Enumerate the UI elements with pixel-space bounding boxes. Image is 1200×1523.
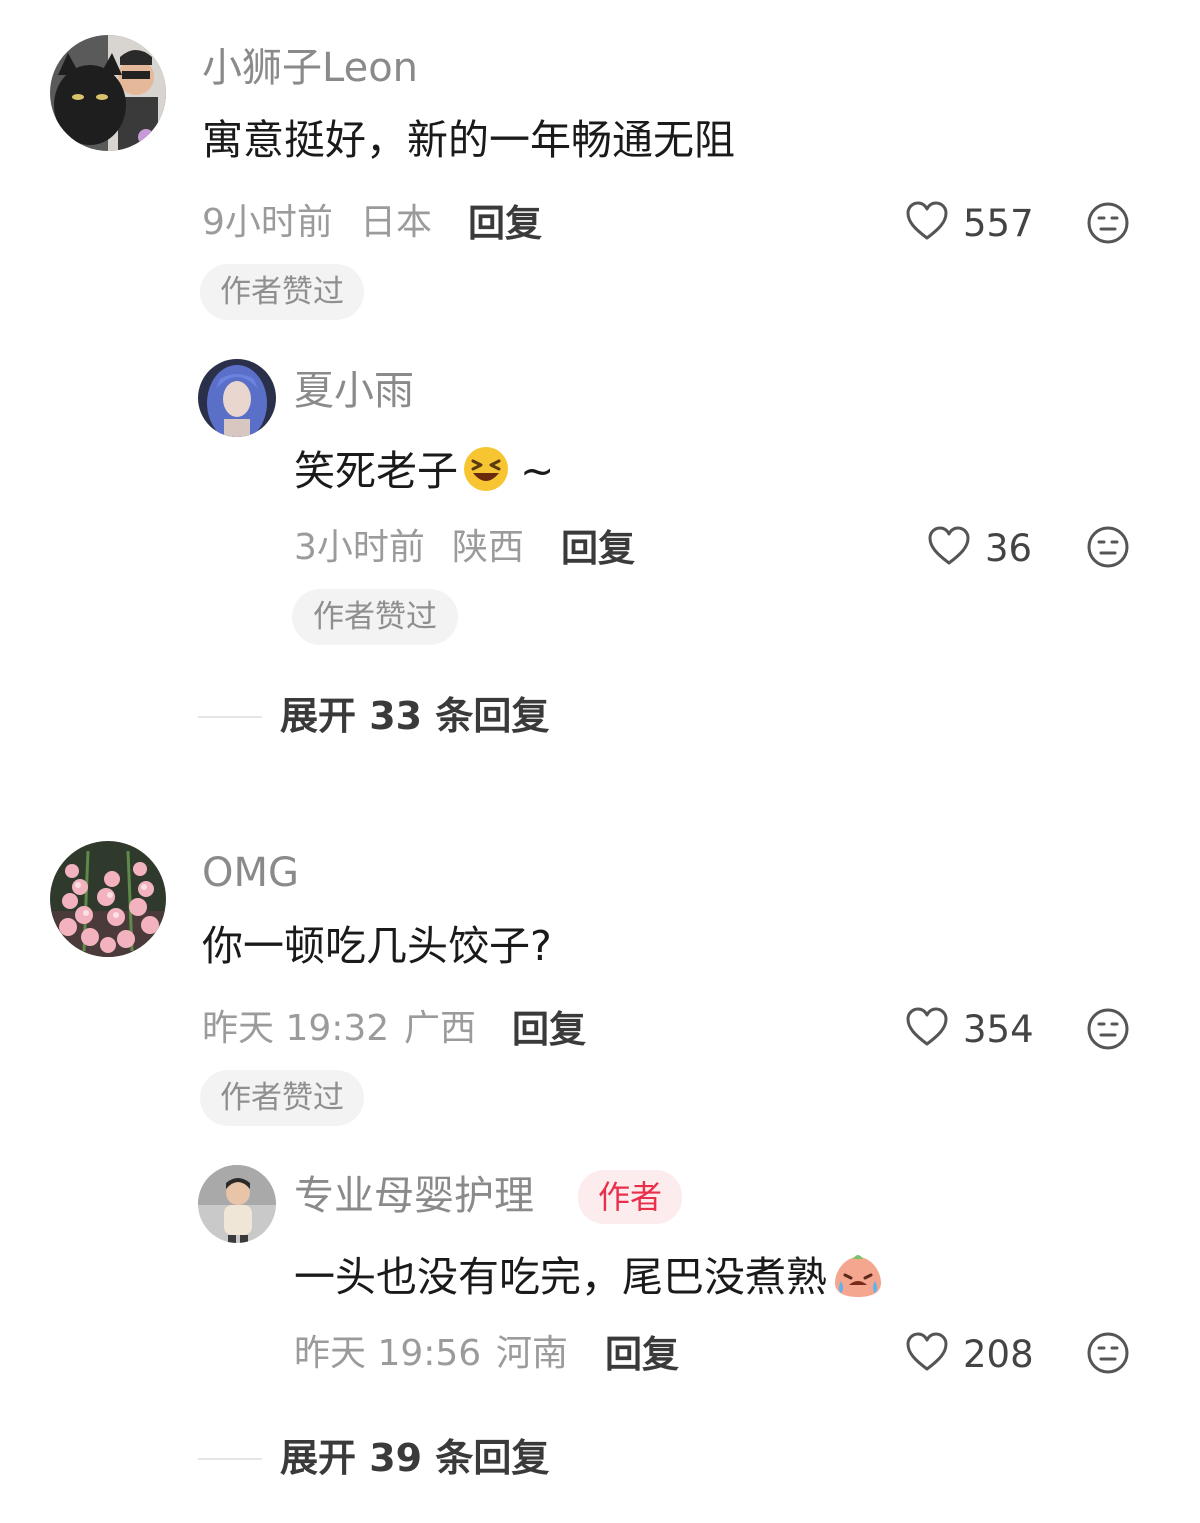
reply-time: 昨天 19:56 <box>294 1333 482 1374</box>
author-badge: 作者 <box>578 1170 683 1224</box>
expand-divider <box>198 716 262 718</box>
comment-time: 9小时前 <box>202 202 333 243</box>
heart-icon <box>905 200 949 246</box>
username[interactable]: 小狮子Leon <box>202 48 418 88</box>
neutral-face-icon[interactable] <box>1086 525 1130 573</box>
username[interactable]: OMG <box>202 853 299 893</box>
heart-icon <box>905 1006 949 1052</box>
reply-user-avatar[interactable] <box>198 1165 276 1243</box>
author-liked-badge: 作者赞过 <box>292 589 458 645</box>
reply-user-avatar[interactable] <box>198 359 276 437</box>
comment-time: 昨天 19:32 <box>202 1008 390 1049</box>
comment-text: 寓意挺好，新的一年畅通无阻 <box>202 116 735 164</box>
laughing-face-emoji-icon <box>462 445 510 500</box>
like-button[interactable]: 557 <box>905 200 1034 246</box>
neutral-face-icon[interactable] <box>1086 1007 1130 1055</box>
heart-icon <box>927 525 971 571</box>
user-avatar[interactable] <box>50 35 166 151</box>
comment-text: 你一顿吃几头饺子? <box>202 922 552 970</box>
user-avatar[interactable] <box>50 841 166 957</box>
reply-text-suffix: ~ <box>520 447 555 495</box>
reply-text-body: 笑死老子 <box>294 447 458 495</box>
reply-text-body: 一头也没有吃完，尾巴没煮熟 <box>294 1253 827 1301</box>
heart-icon <box>905 1331 949 1377</box>
reply-location: 陕西 <box>452 527 525 568</box>
like-button[interactable]: 354 <box>905 1006 1034 1052</box>
reply-button[interactable]: 回复 <box>561 530 635 567</box>
like-count: 36 <box>985 526 1033 570</box>
like-button[interactable]: 36 <box>927 525 1032 571</box>
like-count: 557 <box>963 201 1034 245</box>
expand-replies-button[interactable]: 展开 33 条回复 <box>280 697 549 735</box>
like-button[interactable]: 208 <box>905 1331 1034 1377</box>
comment-location: 广西 <box>404 1008 477 1049</box>
like-count: 208 <box>963 1332 1034 1376</box>
reply-text: 一头也没有吃完，尾巴没煮熟 <box>294 1251 885 1306</box>
reply-username[interactable]: 专业母婴护理 <box>294 1176 534 1216</box>
reply-location: 河南 <box>496 1333 569 1374</box>
like-count: 354 <box>963 1007 1034 1051</box>
reply-username[interactable]: 夏小雨 <box>294 371 414 411</box>
comment-location: 日本 <box>360 202 433 243</box>
author-liked-badge: 作者赞过 <box>200 1070 364 1126</box>
reply-button[interactable]: 回复 <box>512 1011 586 1048</box>
reply-time: 3小时前 <box>294 527 425 568</box>
expand-replies-button[interactable]: 展开 39 条回复 <box>280 1439 549 1477</box>
expand-divider <box>198 1458 262 1460</box>
neutral-face-icon[interactable] <box>1086 201 1130 249</box>
neutral-face-icon[interactable] <box>1086 1331 1130 1379</box>
crying-dumpling-emoji-icon <box>831 1251 885 1306</box>
reply-button[interactable]: 回复 <box>468 205 542 242</box>
reply-text: 笑死老子 ~ <box>294 445 554 500</box>
author-liked-badge: 作者赞过 <box>200 264 364 320</box>
reply-button[interactable]: 回复 <box>605 1336 679 1373</box>
